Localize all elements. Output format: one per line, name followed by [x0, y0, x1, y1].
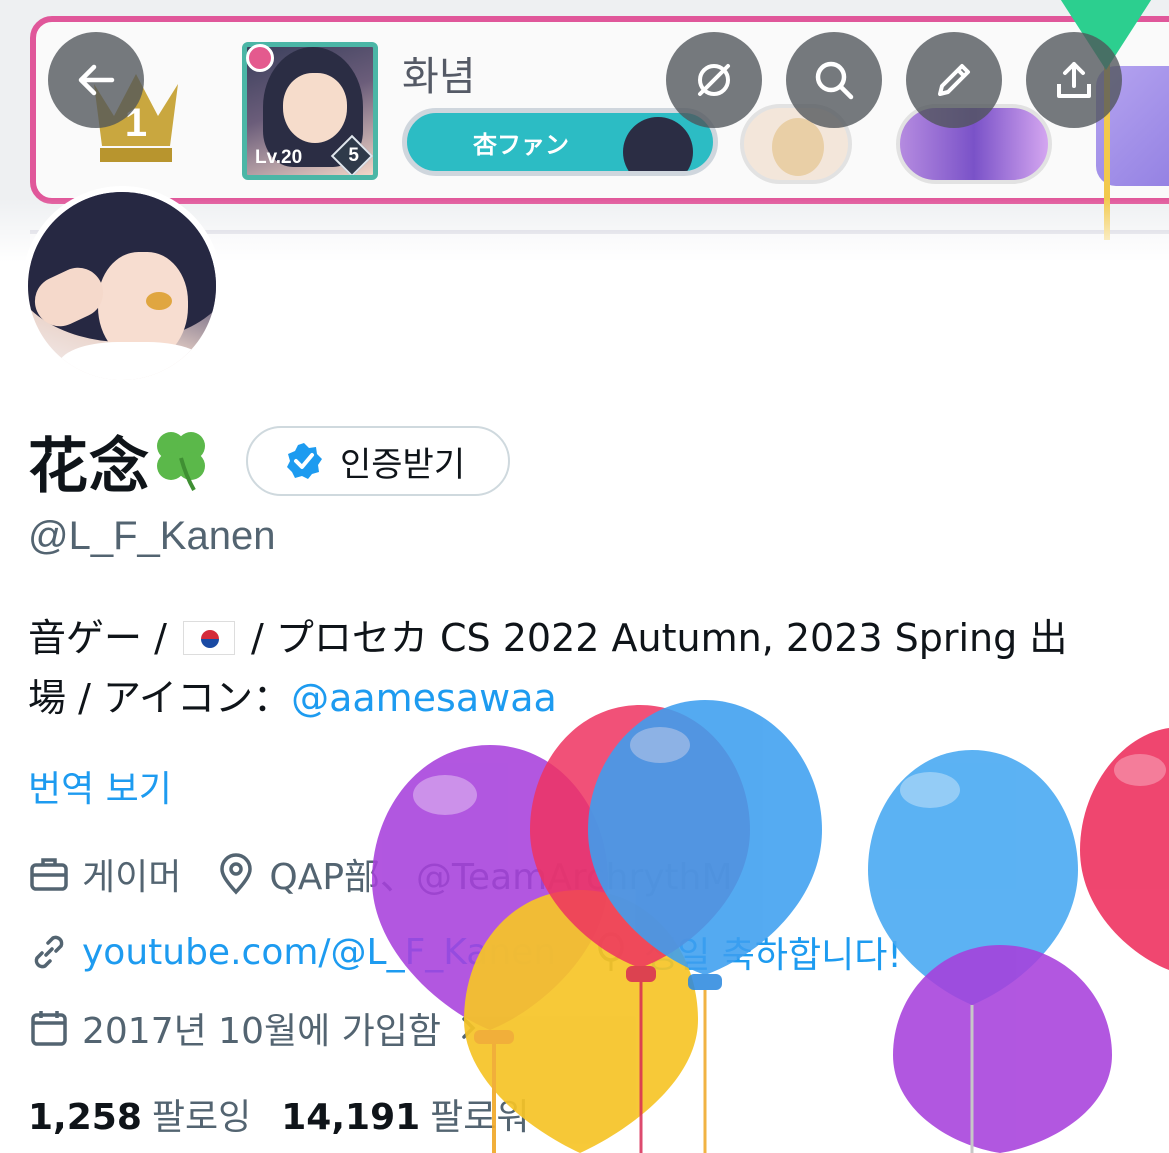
following-count[interactable]: 1,258: [28, 1097, 142, 1138]
avatar-shirt: [58, 342, 208, 380]
profile-avatar[interactable]: [22, 186, 222, 386]
profile-meta-row-2: youtube.com/@L_F_Kanen 생일 축하합니다!: [28, 926, 902, 978]
birthday-greeting-link[interactable]: 생일 축하합니다!: [644, 926, 902, 978]
pencil-icon: [938, 64, 970, 96]
get-verified-label: 인증받기: [340, 444, 466, 485]
bio-text-3: 場 / アイコン：: [28, 676, 292, 720]
edit-button[interactable]: [906, 32, 1002, 128]
share-icon: [1057, 62, 1091, 98]
get-verified-button[interactable]: 인증받기: [246, 426, 510, 496]
fan-title-badge: 杏ファン: [402, 108, 718, 176]
purple-balloon-right: [893, 945, 1112, 1153]
bio-mention-link[interactable]: @aamesawaa: [291, 676, 557, 720]
character-face: [283, 73, 347, 143]
star-badge-icon: [246, 44, 274, 72]
follow-stats: 1,258 팔로잉 14,191 팔로워: [28, 1088, 560, 1140]
character-level: Lv.20: [255, 147, 303, 168]
avatar-eye: [146, 292, 172, 310]
location-pin-icon: [220, 853, 253, 895]
profile-category: 게이머: [82, 857, 182, 898]
briefcase-icon: [30, 858, 68, 891]
balloon-icon: [598, 932, 624, 971]
followers-label[interactable]: 팔로워: [430, 1088, 529, 1140]
search-icon: [815, 61, 854, 100]
followers-count[interactable]: 14,191: [281, 1097, 420, 1138]
back-arrow-icon: [78, 64, 115, 96]
bio-text-2: / プロセカ CS 2022 Autumn, 2023 Spring 出: [238, 616, 1068, 660]
banner-player-name: 화념: [402, 54, 476, 100]
display-name: 花念: [28, 432, 150, 502]
join-date: 2017년 10월에 가입함: [82, 1011, 442, 1052]
grok-button[interactable]: [666, 32, 762, 128]
search-button[interactable]: [786, 32, 882, 128]
profile-meta-row-1: 게이머 QAP部、@TeamArchrythM: [28, 848, 733, 900]
badge-character-face: [772, 118, 824, 176]
profile-bio: 音ゲー / / プロセカ CS 2022 Autumn, 2023 Spring…: [28, 608, 1138, 728]
profile-meta-row-3: 2017년 10월에 가입함: [28, 1002, 495, 1054]
user-handle: @L_F_Kanen: [28, 514, 276, 558]
grok-icon: [698, 64, 730, 96]
korea-flag-icon: [182, 621, 235, 655]
calendar-icon: [31, 1011, 67, 1046]
profile-location: QAP部、@TeamArchrythM: [269, 857, 733, 898]
link-icon: [34, 935, 64, 969]
share-button[interactable]: [1026, 32, 1122, 128]
avatar-image: [28, 192, 216, 380]
rank-number: 5: [348, 145, 359, 166]
fan-badge-character: [623, 117, 693, 171]
chevron-right-icon[interactable]: [455, 1014, 483, 1042]
translate-bio-link[interactable]: 번역 보기: [28, 760, 172, 812]
verified-badge-icon: [287, 443, 322, 479]
fan-badge-label: 杏ファン: [473, 131, 569, 159]
red-balloon-edge: [1080, 728, 1169, 970]
bio-text-1: 音ゲー /: [28, 616, 179, 660]
back-button[interactable]: [48, 32, 144, 128]
four-leaf-clover-icon: [157, 432, 205, 491]
profile-website-link[interactable]: youtube.com/@L_F_Kanen: [82, 932, 556, 973]
following-label[interactable]: 팔로잉: [152, 1088, 251, 1140]
